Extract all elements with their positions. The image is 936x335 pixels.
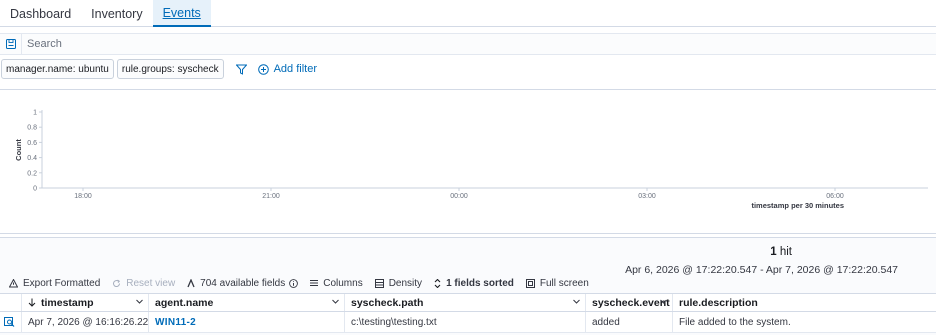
column-label-agent-name: agent.name: [155, 296, 214, 309]
list-icon: [310, 279, 319, 287]
fields-label: 704 available fields: [200, 277, 286, 289]
export-formatted-button[interactable]: Export Formatted: [9, 278, 100, 289]
column-header-rule-description[interactable]: rule.description: [673, 294, 936, 311]
fullscreen-icon: [525, 278, 535, 288]
y-tick-label: 0.8: [27, 125, 37, 132]
cell-syscheck-event: added: [586, 312, 673, 332]
info-icon[interactable]: [289, 278, 299, 288]
grid-toolbar: Export Formatted Reset view 704 availabl…: [0, 276, 601, 290]
hits-label: hit: [779, 246, 792, 258]
fullscreen-label: Full screen: [539, 277, 589, 289]
tab-events[interactable]: Events: [152, 0, 211, 27]
saved-query-button[interactable]: [0, 34, 22, 54]
reset-icon: [112, 279, 121, 288]
tab-dashboard[interactable]: Dashboard: [0, 0, 81, 27]
plus-circle-icon: [257, 63, 269, 75]
sorted-label: 1 fields sorted: [446, 277, 514, 289]
grid-header: timestamp agent.name syscheck.path sysch…: [0, 293, 936, 312]
y-tick-label: 0.6: [27, 140, 37, 147]
filter-pill-rule-groups[interactable]: rule.groups: syscheck: [116, 59, 224, 79]
reset-label: Reset view: [126, 277, 176, 289]
y-tick-label: 0.2: [27, 170, 37, 177]
density-label: Density: [388, 277, 423, 289]
histogram-panel: 1 0.8 0.6 0.4 0.2 0 18:00 21:00 00:00 03:00 06:00 C…: [0, 89, 936, 234]
column-header-agent-name[interactable]: agent.name: [149, 294, 345, 311]
filter-pill-manager[interactable]: manager.name: ubuntu: [1, 59, 114, 79]
hits-number: 1: [770, 246, 777, 258]
x-tick-label: 21:00: [262, 193, 280, 200]
inspect-document-icon[interactable]: [4, 317, 15, 327]
add-filter-label: Add filter: [273, 63, 317, 75]
results-panel: 1 hit Apr 6, 2026 @ 17:22:20.547 - Apr 7…: [0, 237, 936, 335]
x-tick-label: 06:00: [826, 193, 844, 200]
column-header-timestamp[interactable]: timestamp: [22, 294, 149, 311]
row-inspect-cell: [0, 312, 22, 332]
search-bar: [0, 33, 936, 55]
chevron-down-icon[interactable]: [572, 297, 581, 306]
density-button[interactable]: Density: [374, 277, 423, 289]
chevron-down-icon[interactable]: [659, 297, 668, 306]
full-screen-button[interactable]: Full screen: [525, 277, 589, 289]
chevron-down-icon[interactable]: [135, 297, 144, 306]
filter-bar: manager.name: ubuntu rule.groups: sysche…: [0, 58, 936, 80]
column-label-timestamp: timestamp: [41, 296, 94, 309]
reset-view-button[interactable]: Reset view: [112, 278, 175, 289]
search-input[interactable]: [22, 34, 936, 54]
time-range: Apr 6, 2026 @ 17:22:20.547 - Apr 7, 2026…: [625, 264, 898, 276]
events-data-grid: timestamp agent.name syscheck.path sysch…: [0, 293, 936, 333]
column-label-syscheck-event: syscheck.event: [592, 296, 670, 309]
sort-icon: [434, 278, 441, 288]
histogram-chart: 1 0.8 0.6 0.4 0.2 0 18:00 21:00 00:00 03:00 06:00 C…: [14, 110, 928, 210]
y-tick-label: 0: [33, 186, 37, 193]
export-label: Export Formatted: [23, 277, 101, 289]
fields-sorted-button[interactable]: 1 fields sorted: [434, 278, 514, 289]
tab-inventory[interactable]: Inventory: [81, 0, 152, 27]
columns-button[interactable]: Columns: [310, 277, 363, 289]
table-density-icon: [374, 278, 384, 288]
filter-funnel-icon[interactable]: [235, 62, 249, 76]
header-control-cell: [0, 294, 22, 311]
column-label-syscheck-path: syscheck.path: [351, 296, 424, 309]
export-icon: [9, 278, 18, 288]
y-tick-label: 0.4: [27, 155, 37, 162]
y-tick-label: 1: [33, 110, 37, 117]
table-row: Apr 7, 2026 @ 16:16:26.220 WIN11-2 c:\te…: [0, 312, 936, 333]
agent-link[interactable]: WIN11-2: [155, 317, 196, 328]
column-header-syscheck-event[interactable]: syscheck.event: [586, 294, 673, 311]
y-axis-title: Count: [14, 139, 23, 161]
cell-syscheck-path: c:\testing\testing.txt: [345, 312, 586, 332]
available-fields-button[interactable]: 704 available fields: [187, 277, 299, 289]
sort-desc-icon: [28, 298, 36, 307]
cell-agent-name: WIN11-2: [149, 312, 345, 332]
x-tick-label: 03:00: [638, 193, 656, 200]
x-tick-label: 18:00: [74, 193, 92, 200]
column-header-syscheck-path[interactable]: syscheck.path: [345, 294, 586, 311]
saved-query-icon: [5, 39, 16, 49]
x-tick-label: 00:00: [450, 193, 468, 200]
hits-count: 1 hit: [770, 246, 792, 258]
chevron-down-icon[interactable]: [331, 297, 340, 306]
cell-timestamp: Apr 7, 2026 @ 16:16:26.220: [22, 312, 149, 332]
columns-label: Columns: [323, 277, 363, 289]
column-label-rule-description: rule.description: [679, 296, 758, 309]
x-axis-title: timestamp per 30 minutes: [751, 201, 844, 210]
fields-icon: [187, 278, 195, 288]
add-filter-button[interactable]: Add filter: [257, 63, 317, 75]
tab-bar: Dashboard Inventory Events: [0, 0, 936, 27]
cell-rule-description: File added to the system.: [679, 316, 791, 328]
